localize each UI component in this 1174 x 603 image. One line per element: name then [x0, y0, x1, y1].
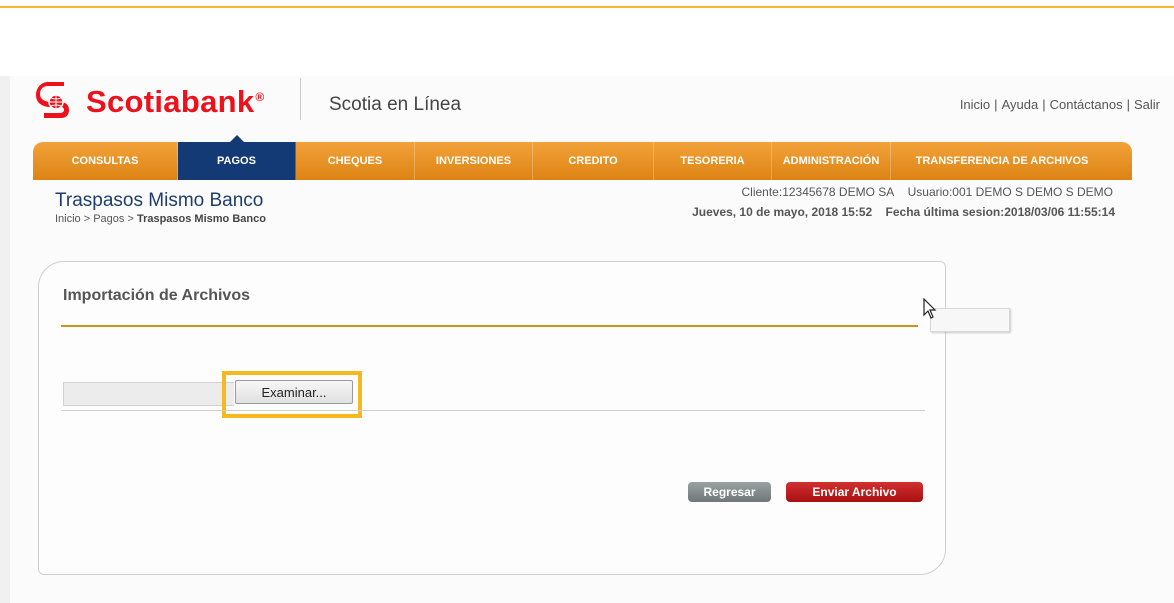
panel-title: Importación de Archivos — [63, 287, 250, 304]
link-separator: | — [994, 97, 998, 112]
back-button[interactable]: Regresar — [688, 482, 771, 502]
nav-cheques[interactable]: CHEQUES — [296, 142, 415, 180]
breadcrumb: Inicio > Pagos > Traspasos Mismo Banco — [55, 213, 266, 225]
nav-credito[interactable]: CREDITO — [533, 142, 654, 180]
current-date: Jueves, 10 de mayo, 2018 15:52 — [692, 205, 873, 219]
page-title: Traspasos Mismo Banco — [55, 190, 264, 211]
session-dates: Jueves, 10 de mayo, 2018 15:52 Fecha últ… — [692, 205, 1115, 219]
session-client-user: Cliente:12345678 DEMO SA Usuario:001 DEM… — [742, 185, 1114, 199]
top-links: Inicio | Ayuda | Contáctanos | Salir — [960, 97, 1160, 112]
nav-pagos[interactable]: PAGOS — [178, 142, 296, 180]
scotiabank-logo-icon — [36, 82, 69, 118]
breadcrumb-path[interactable]: Inicio > Pagos > — [55, 213, 137, 225]
send-file-button[interactable]: Enviar Archivo — [786, 482, 923, 502]
main-nav: CONSULTAS PAGOS CHEQUES INVERSIONES CRED… — [33, 142, 1132, 180]
last-session: Fecha última sesion:2018/03/06 11:55:14 — [885, 205, 1115, 219]
app-subtitle: Scotia en Línea — [329, 94, 462, 115]
brand-logo[interactable]: Scotiabank® — [36, 82, 265, 122]
mouse-pointer-icon — [923, 298, 937, 319]
link-ayuda[interactable]: Ayuda — [1002, 97, 1039, 112]
file-path-input[interactable] — [63, 382, 234, 406]
import-panel: Importación de Archivos Examinar... Regr… — [38, 261, 946, 575]
link-inicio[interactable]: Inicio — [960, 97, 990, 112]
user-info: Usuario:001 DEMO S DEMO S DEMO — [907, 185, 1113, 199]
brand-name: Scotiabank® — [86, 84, 265, 119]
client-info: Cliente:12345678 DEMO SA — [741, 185, 895, 199]
panel-divider — [61, 325, 918, 327]
left-margin-strip — [0, 76, 10, 603]
nav-tesoreria[interactable]: TESORERIA — [654, 142, 772, 180]
page-container: Scotiabank® Scotia en Línea Inicio | Ayu… — [10, 76, 1174, 603]
nav-transferencia-archivos[interactable]: TRANSFERENCIA DE ARCHIVOS — [891, 142, 1113, 180]
link-salir[interactable]: Salir — [1134, 97, 1160, 112]
tooltip-ghost — [930, 308, 1010, 332]
link-separator: | — [1042, 97, 1046, 112]
nav-consultas[interactable]: CONSULTAS — [33, 142, 178, 180]
breadcrumb-current: Traspasos Mismo Banco — [136, 213, 266, 225]
form-divider — [61, 410, 925, 411]
header-divider — [300, 78, 301, 120]
link-separator: | — [1126, 97, 1130, 112]
top-accent-line — [0, 6, 1174, 8]
nav-administracion[interactable]: ADMINISTRACIÓN — [772, 142, 891, 180]
link-contactanos[interactable]: Contáctanos — [1050, 97, 1123, 112]
nav-inversiones[interactable]: INVERSIONES — [415, 142, 533, 180]
